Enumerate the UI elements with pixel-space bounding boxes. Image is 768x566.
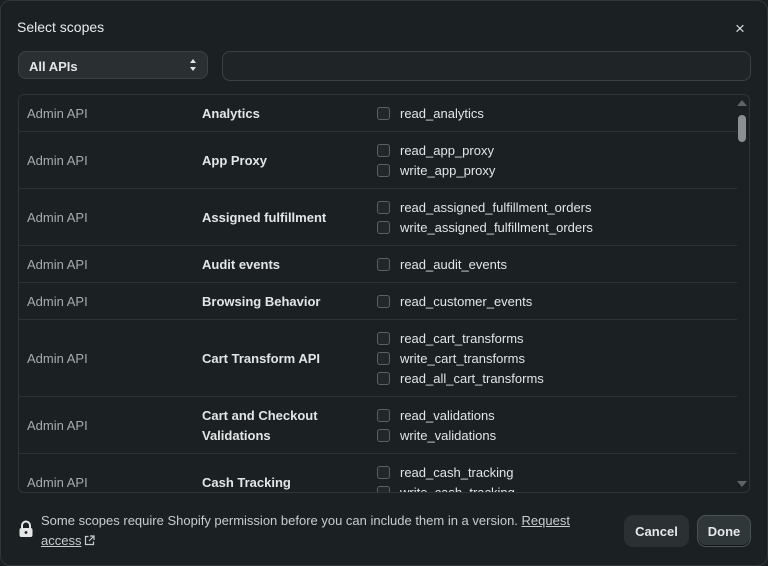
scope-checkbox[interactable] [377,144,390,157]
scrollbar[interactable] [735,95,749,492]
scope-name: write_validations [400,428,497,443]
scroll-up-arrow-icon[interactable] [737,100,747,106]
scope-option[interactable]: read_all_cart_transforms [377,369,544,389]
scope-checkbox[interactable] [377,107,390,120]
row-scope-list: read_analytics [377,104,484,124]
scope-name: read_all_cart_transforms [400,371,544,386]
row-scope-group-name: Cart and Checkout Validations [202,407,318,443]
scrollbar-thumb[interactable] [738,115,746,142]
row-scope-group-name: Analytics [202,105,260,121]
table-row: Admin API Audit events read_audit_events [19,246,737,283]
scope-name: write_assigned_fulfillment_orders [400,220,593,235]
scopes-table: Admin API Analytics read_analytics Admin AP… [18,94,750,493]
row-scope-group-name: Cart Transform API [202,350,320,366]
scope-option[interactable]: read_cart_transforms [377,329,544,349]
permission-notice: Some scopes require Shopify permission b… [41,511,616,551]
scope-checkbox[interactable] [377,258,390,271]
api-filter-selected-value: All APIs [29,59,78,74]
table-row: Admin API Cash Tracking read_cash_tracking… [19,454,737,493]
scope-name: write_cart_transforms [400,351,525,366]
lock-icon [19,520,33,537]
scope-checkbox[interactable] [377,201,390,214]
scope-checkbox[interactable] [377,429,390,442]
table-row: Admin API Cart and Checkout Validations re… [19,397,737,454]
scroll-down-arrow-icon[interactable] [737,481,747,487]
table-row: Admin API App Proxy read_app_proxy write_ap… [19,132,737,189]
scope-option[interactable]: write_validations [377,426,496,446]
scope-checkbox[interactable] [377,164,390,177]
table-row: Admin API Browsing Behavior read_customer_… [19,283,737,320]
scope-checkbox[interactable] [377,372,390,385]
scope-option[interactable]: read_analytics [377,104,484,124]
scope-name: read_cash_tracking [400,465,514,480]
scope-checkbox[interactable] [377,352,390,365]
row-api-label: Admin API [27,209,88,225]
scope-option[interactable]: write_cash_tracking [377,483,515,493]
scope-option[interactable]: read_assigned_fulfillment_orders [377,198,593,218]
scope-option[interactable]: write_assigned_fulfillment_orders [377,218,593,238]
request-access-link-cont[interactable]: access [41,533,81,548]
row-scope-group-name: App Proxy [202,152,268,168]
scope-checkbox[interactable] [377,466,390,479]
scope-option[interactable]: read_validations [377,406,496,426]
scope-checkbox[interactable] [377,486,390,492]
scope-name: read_validations [400,408,495,423]
scope-checkbox[interactable] [377,332,390,345]
scope-checkbox[interactable] [377,295,390,308]
cancel-button[interactable]: Cancel [624,515,689,547]
table-row: Admin API Assigned fulfillment read_assign… [19,189,737,246]
request-access-link-word1: Request [521,513,570,528]
scope-name: read_customer_events [400,294,533,309]
row-scope-group-name: Audit events [202,256,281,272]
table-row: Admin API Analytics read_analytics [19,95,737,132]
scope-name: write_cash_tracking [400,485,515,493]
scope-name: read_audit_events [400,257,507,272]
table-row: Admin API Cart Transform API read_cart_tra… [19,320,737,397]
row-scope-group-name: Assigned fulfillment [202,209,327,225]
scope-option[interactable]: read_customer_events [377,292,532,312]
row-api-label: Admin API [27,256,88,272]
row-scope-list: read_app_proxy write_app_proxy [377,141,495,181]
row-scope-group-name: Browsing Behavior [202,293,321,309]
scope-option[interactable]: read_cash_tracking [377,463,515,483]
row-api-label: Admin API [27,152,88,168]
done-button[interactable]: Done [697,515,751,547]
row-api-label: Admin API [27,350,88,366]
row-scope-group-name: Cash Tracking [202,474,291,490]
scope-option[interactable]: write_cart_transforms [377,349,544,369]
scopes-table-rows: Admin API Analytics read_analytics Admin AP… [19,95,737,493]
close-button[interactable]: × [729,18,751,40]
scope-option[interactable]: write_app_proxy [377,161,495,181]
row-scope-list: read_customer_events [377,292,532,312]
row-scope-list: read_assigned_fulfillment_orders write_as… [377,198,593,238]
row-api-label: Admin API [27,474,88,490]
select-scopes-dialog: Select scopes × All APIs Admin API Analyt… [0,0,768,566]
api-filter-select[interactable]: All APIs [18,51,208,79]
scope-option[interactable]: read_app_proxy [377,141,495,161]
row-api-label: Admin API [27,417,88,433]
scope-name: read_cart_transforms [400,331,524,346]
scope-name: write_app_proxy [400,163,496,178]
scope-name: read_assigned_fulfillment_orders [400,200,592,215]
row-scope-list: read_cart_transforms write_cart_transform… [377,329,544,389]
scope-name: read_analytics [400,106,484,121]
request-access-link-word2: access [41,533,82,548]
row-scope-list: read_cash_tracking write_cash_tracking [377,463,515,493]
dialog-title: Select scopes [17,19,105,35]
permission-notice-text: Some scopes require Shopify permission b… [41,513,518,528]
scope-name: read_app_proxy [400,143,494,158]
scope-checkbox[interactable] [377,221,390,234]
row-scope-list: read_validations write_validations [377,406,496,446]
scope-search-input[interactable] [222,51,751,81]
scope-option[interactable]: read_audit_events [377,255,507,275]
select-caret-icon [190,59,196,71]
scope-checkbox[interactable] [377,409,390,422]
row-scope-list: read_audit_events [377,255,507,275]
external-link-icon [85,535,96,546]
row-api-label: Admin API [27,105,88,121]
row-api-label: Admin API [27,293,88,309]
close-icon: × [735,19,745,38]
request-access-link[interactable]: Request [522,513,570,528]
